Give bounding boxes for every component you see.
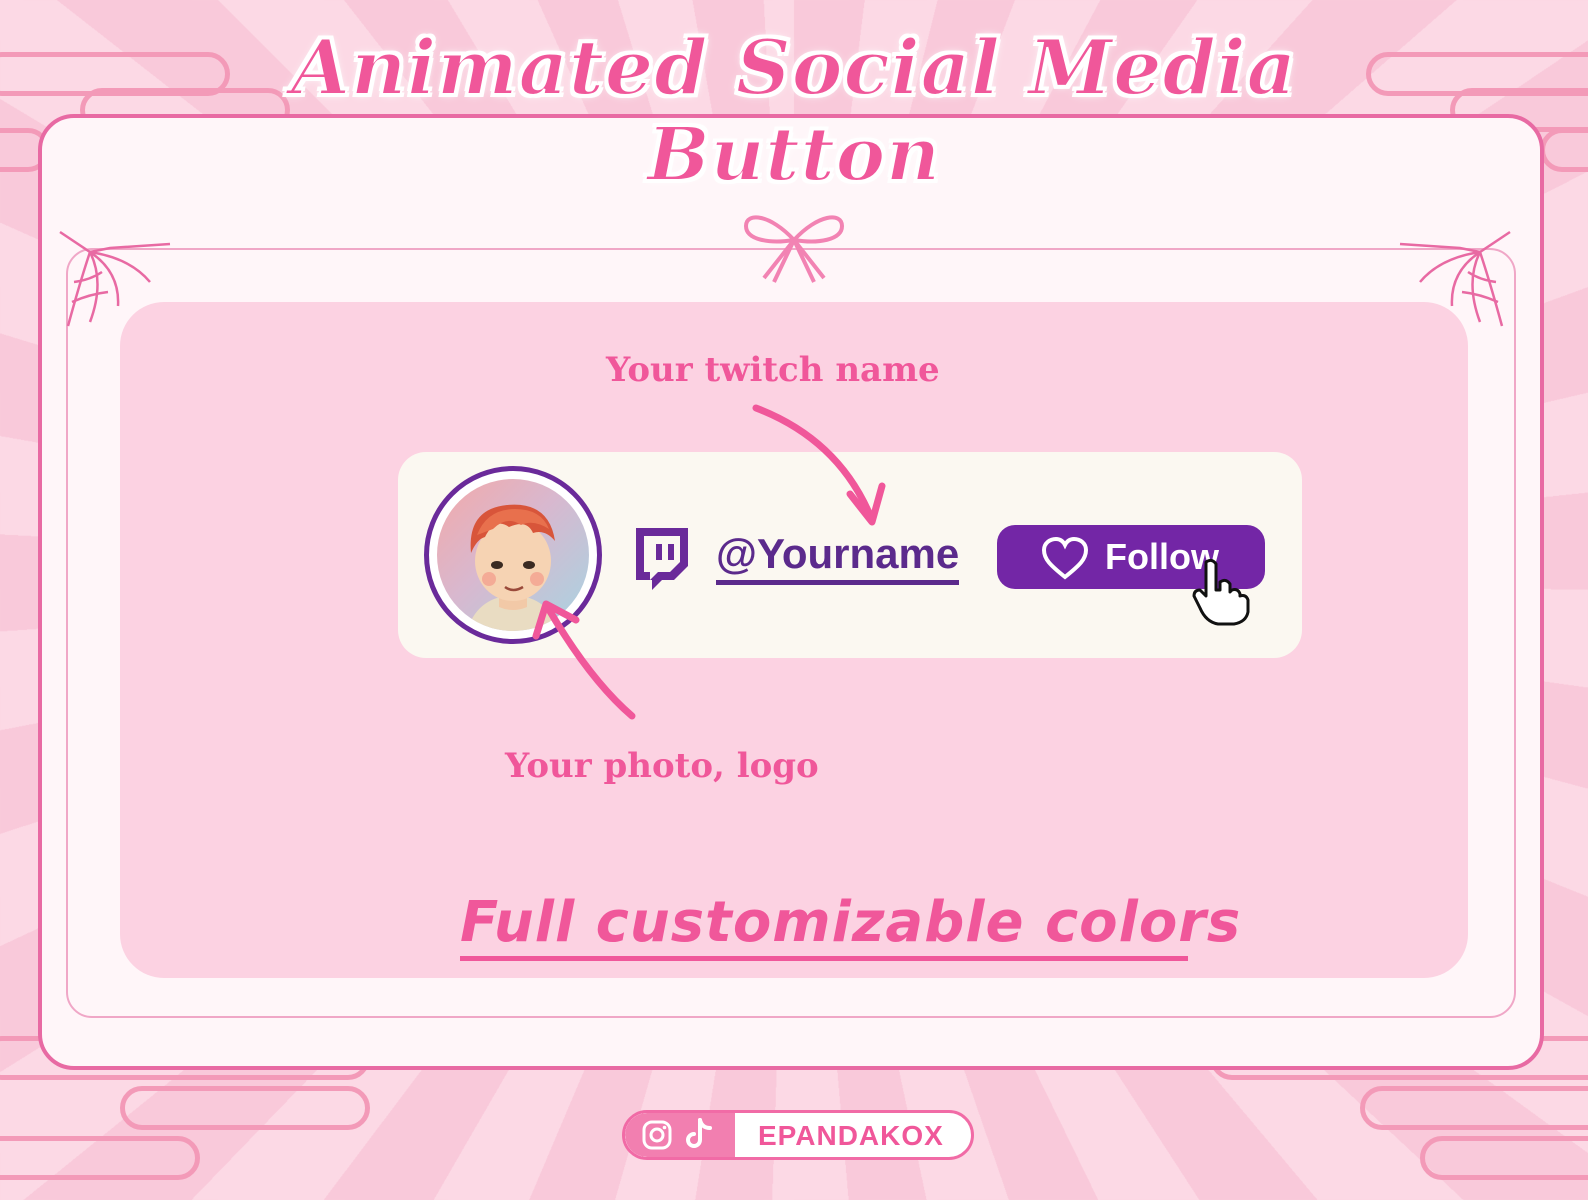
cloud-swirl-decoration xyxy=(120,1086,370,1130)
tagline: Full customizable colors xyxy=(460,890,1240,961)
cloud-swirl-decoration xyxy=(1360,1086,1588,1130)
username-link[interactable]: @Yourname xyxy=(716,528,960,585)
page-title-line2: Button xyxy=(646,111,941,199)
page-title: Animated Social Media xyxy=(290,22,1297,113)
footer-handle[interactable]: EPANDAKOX xyxy=(758,1114,944,1158)
twitch-icon xyxy=(636,528,688,590)
annotation-twitch-name: Your twitch name xyxy=(606,350,940,390)
bow-icon xyxy=(743,215,845,283)
avatar xyxy=(437,479,589,631)
cloud-swirl-decoration xyxy=(1420,1136,1588,1180)
annotation-photo: Your photo, logo xyxy=(505,746,819,786)
heart-icon xyxy=(1041,537,1089,580)
cloud-swirl-decoration xyxy=(0,1136,200,1180)
instagram-icon[interactable] xyxy=(640,1118,674,1152)
tiktok-icon[interactable] xyxy=(684,1116,714,1152)
avatar-portrait-icon xyxy=(467,504,559,631)
hand-pointer-icon xyxy=(1192,558,1250,626)
